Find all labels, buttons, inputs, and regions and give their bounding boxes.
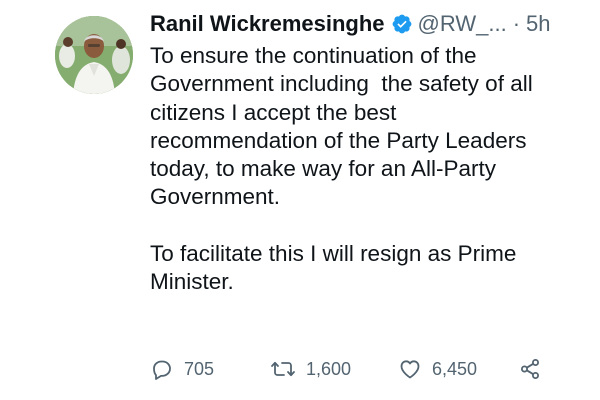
avatar[interactable] bbox=[55, 16, 133, 94]
reply-button[interactable]: 705 bbox=[150, 357, 270, 381]
reply-count: 705 bbox=[184, 358, 215, 379]
verified-badge-icon bbox=[391, 13, 413, 35]
author-display-name[interactable]: Ranil Wickremesinghe bbox=[150, 8, 385, 40]
retweet-count: 1,600 bbox=[306, 358, 352, 379]
profile-photo bbox=[55, 16, 133, 94]
retweet-icon bbox=[271, 361, 295, 377]
heart-icon bbox=[400, 360, 420, 379]
like-count: 6,450 bbox=[432, 358, 478, 379]
tweet-text: To ensure the continuation of the Govern… bbox=[150, 43, 533, 295]
like-button[interactable]: 6,450 bbox=[398, 357, 518, 381]
tweet-header: Ranil Wickremesinghe @RW_... · 5h bbox=[150, 8, 600, 40]
share-icon bbox=[521, 359, 539, 379]
author-handle[interactable]: @RW_... bbox=[418, 8, 507, 40]
timestamp[interactable]: 5h bbox=[526, 8, 550, 40]
separator-dot: · bbox=[512, 11, 521, 36]
share-button[interactable] bbox=[518, 357, 542, 381]
reply-icon bbox=[153, 360, 171, 380]
retweet-button[interactable]: 1,600 bbox=[270, 357, 398, 381]
tweet-actions: 705 1,600 6,450 bbox=[150, 354, 542, 384]
